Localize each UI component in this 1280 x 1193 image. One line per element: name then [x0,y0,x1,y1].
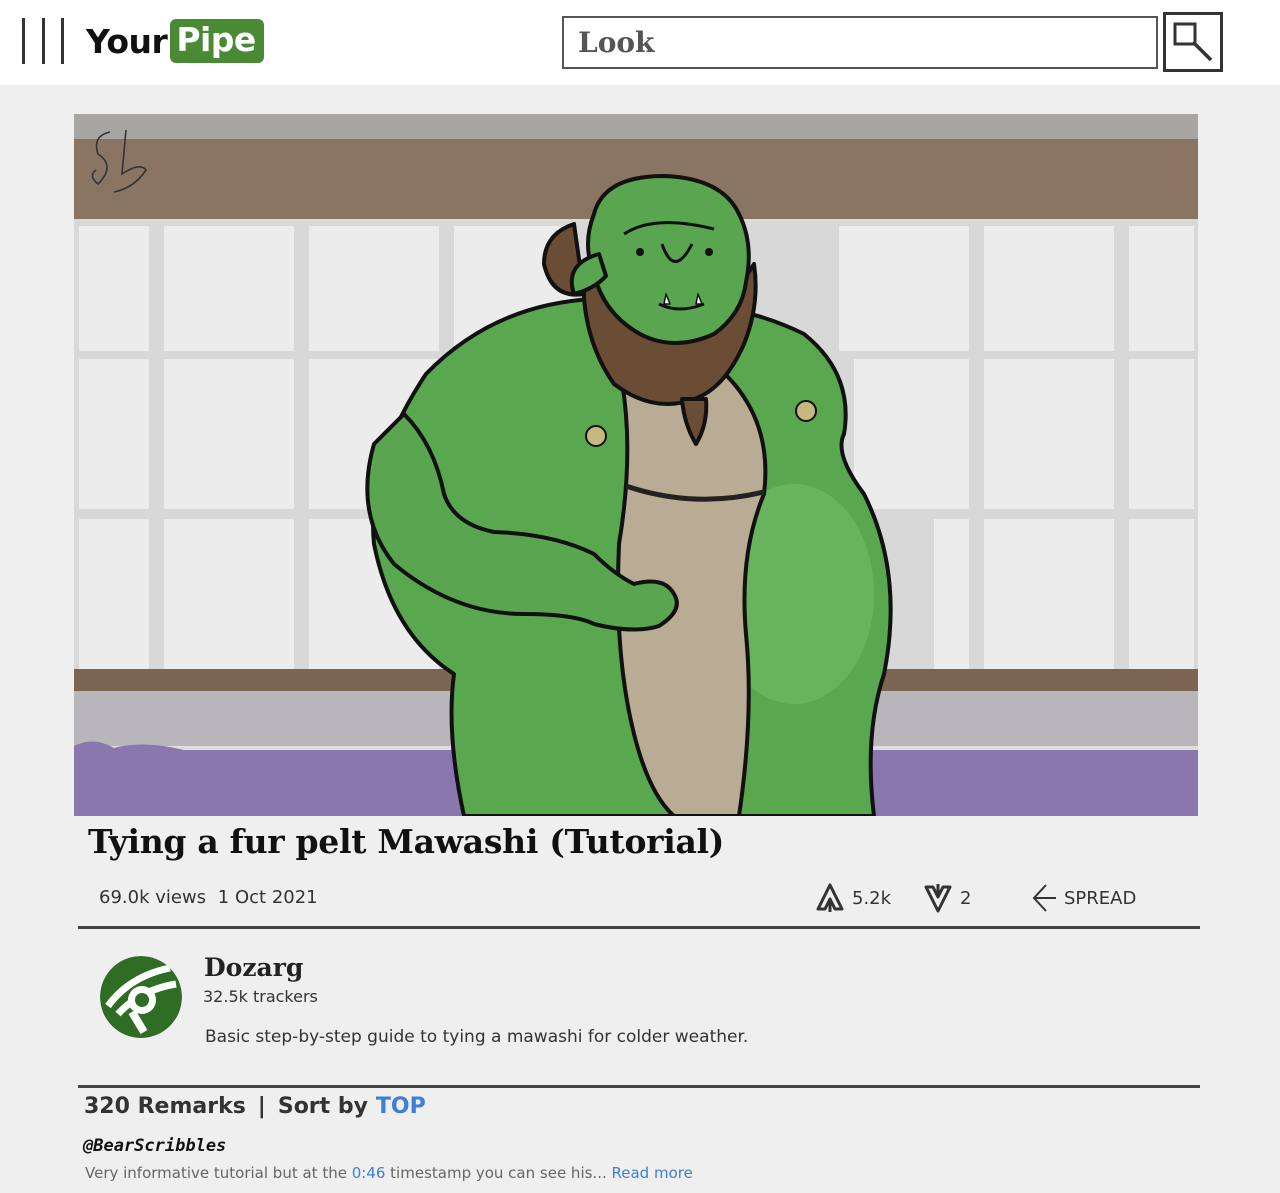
comment-author[interactable]: @BearScribbles [83,1136,226,1156]
downvote-arrow-icon [924,884,952,913]
timestamp-link[interactable]: 0:46 [352,1164,386,1182]
video-thumbnail-illustration [74,114,1198,816]
sort-dropdown[interactable]: TOP [376,1094,426,1119]
dislike-button[interactable]: 2 [922,878,971,918]
comment-text: Very informative tutorial but at the 0:4… [85,1164,693,1182]
sort-label: Sort by [277,1094,368,1119]
tracker-count: 32.5k trackers [203,987,318,1006]
video-description: Basic step-by-step guide to tying a mawa… [205,1027,749,1047]
divider [78,926,1200,929]
separator: | [257,1094,266,1119]
search-input[interactable] [562,16,1158,69]
channel-name[interactable]: Dozarg [204,953,303,982]
view-count: 69.0k views [99,887,207,908]
logo-text-your: Your [86,21,168,61]
hamburger-icon[interactable] [22,18,64,64]
dislike-count: 2 [960,887,972,909]
remarks-header: 320 Remarks | Sort by TOP [84,1094,426,1119]
channel-logo-icon [100,956,182,1038]
search-button[interactable] [1163,12,1223,72]
like-button[interactable]: 5.2k [814,878,891,918]
video-meta: 69.0k views 1 Oct 2021 [99,887,324,908]
share-label: SPREAD [1064,887,1137,909]
upload-date: 1 Oct 2021 [217,887,318,908]
site-logo[interactable]: Your Pipe [86,19,264,63]
logo-text-pipe: Pipe [170,19,264,63]
remarks-count: 320 Remarks [84,1094,246,1119]
share-button[interactable]: SPREAD [1030,878,1136,918]
like-count: 5.2k [852,887,892,909]
comment-text-after: timestamp you can see his... [385,1164,607,1182]
video-title: Tying a fur pelt Mawashi (Tutorial) [88,822,725,861]
divider [78,1085,1200,1088]
read-more-link[interactable]: Read more [612,1164,693,1182]
magnifier-icon [1173,22,1213,62]
comment-text-before: Very informative tutorial but at the [85,1164,352,1182]
upvote-arrow-icon [816,883,844,912]
share-icon [1032,884,1056,912]
top-bar: Your Pipe [0,0,1280,85]
channel-avatar[interactable] [100,956,182,1038]
video-player[interactable] [74,114,1198,816]
